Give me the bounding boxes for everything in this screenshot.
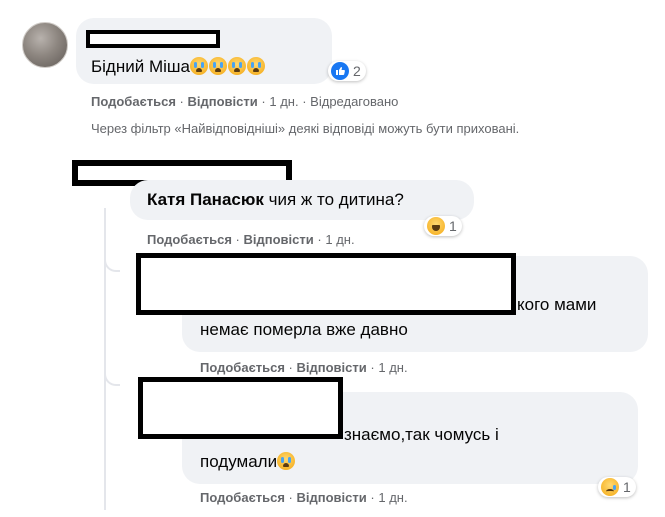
redacted-author-and-text bbox=[136, 253, 516, 315]
reply-text-line2: немає померла вже давно bbox=[200, 320, 408, 339]
timestamp[interactable]: 1 дн. bbox=[378, 490, 407, 505]
filter-note: Через фільтр «Найвідповідніші» деякі від… bbox=[91, 121, 520, 136]
like-link[interactable]: Подобається bbox=[91, 94, 176, 109]
reaction-count: 1 bbox=[449, 218, 457, 234]
reply-actions: Подобається · Відповісти · 1 дн. bbox=[200, 490, 408, 505]
reply-text-line1: кого мами bbox=[517, 295, 597, 314]
like-link[interactable]: Подобається bbox=[200, 490, 285, 505]
reply-text-line2: подумали bbox=[200, 451, 296, 473]
sad-icon bbox=[601, 478, 619, 496]
reply-link[interactable]: Відповісти bbox=[297, 360, 367, 375]
reactions-badge[interactable]: 2 bbox=[328, 61, 366, 81]
thread-connector bbox=[104, 256, 120, 272]
redacted-author-name bbox=[86, 30, 220, 48]
avatar[interactable] bbox=[22, 22, 68, 68]
reply-link[interactable]: Відповісти bbox=[188, 94, 258, 109]
like-link[interactable]: Подобається bbox=[147, 232, 232, 247]
timestamp[interactable]: 1 дн. bbox=[269, 94, 298, 109]
thread-connector bbox=[104, 372, 120, 386]
comment-text: Бідний Міша bbox=[91, 56, 266, 78]
edited-label: Відредаговано bbox=[310, 94, 399, 109]
reply-actions: Подобається · Відповісти · 1 дн. bbox=[200, 360, 408, 375]
comment-actions: Подобається · Відповісти · 1 дн. · Відре… bbox=[91, 94, 399, 109]
timestamp[interactable]: 1 дн. bbox=[325, 232, 354, 247]
crying-emoji-icon bbox=[190, 57, 266, 76]
reactions-badge[interactable]: 1 bbox=[598, 477, 636, 497]
reply-actions: Подобається · Відповісти · 1 дн. bbox=[147, 232, 355, 247]
reply-link[interactable]: Відповісти bbox=[244, 232, 314, 247]
reaction-count: 2 bbox=[353, 63, 361, 79]
reply-text-line1: знаємо,так чомусь і bbox=[344, 425, 499, 444]
redacted-author-and-text bbox=[138, 377, 343, 439]
reactions-badge[interactable]: 1 bbox=[424, 216, 462, 236]
crying-emoji-icon bbox=[277, 452, 296, 470]
reply-text: Катя Панасюк чия ж то дитина? bbox=[147, 190, 404, 209]
thread-line bbox=[104, 270, 106, 510]
like-link[interactable]: Подобається bbox=[200, 360, 285, 375]
reply-link[interactable]: Відповісти bbox=[297, 490, 367, 505]
reply-author[interactable]: Катя Панасюк bbox=[147, 190, 264, 209]
timestamp[interactable]: 1 дн. bbox=[378, 360, 407, 375]
haha-icon bbox=[427, 217, 445, 235]
reaction-count: 1 bbox=[623, 479, 631, 495]
like-icon bbox=[331, 62, 349, 80]
